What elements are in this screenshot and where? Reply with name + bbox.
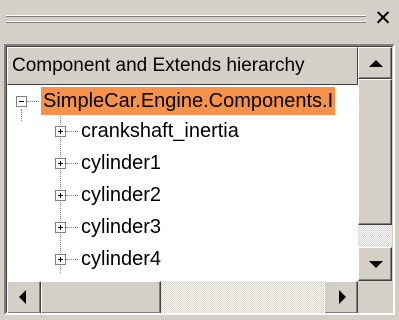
arrow-up-icon	[369, 60, 383, 67]
close-button[interactable]: ✕	[372, 6, 394, 30]
plus-box-icon[interactable]	[55, 158, 66, 169]
arrow-left-icon	[19, 290, 26, 304]
scroll-up-button[interactable]	[358, 47, 392, 79]
tree-node-label[interactable]: cylinder1	[79, 149, 163, 177]
tree-node-cylinder3[interactable]: cylinder3	[7, 213, 358, 245]
tree-node-label[interactable]: cylinder4	[79, 245, 163, 273]
column-header-label: Component and Extends hierarchy	[12, 55, 305, 76]
arrow-down-icon	[369, 261, 383, 268]
tree-connector	[66, 227, 78, 229]
tree-node-label[interactable]: cylinder2	[79, 181, 163, 209]
scroll-track[interactable]	[358, 225, 392, 247]
scroll-down-button[interactable]	[358, 247, 392, 281]
tree-node-label[interactable]: crankshaft_inertia	[79, 117, 241, 145]
tree-connector	[66, 195, 78, 197]
grip-line	[6, 15, 366, 17]
scrollbar-corner	[358, 281, 392, 313]
tree-node-cylinder4[interactable]: cylinder4	[7, 245, 358, 277]
component-hierarchy-panel: ✕ Component and Extends hierarchy Simple…	[0, 0, 399, 320]
tree-node-root[interactable]: SimpleCar.Engine.Components.I	[7, 87, 358, 119]
tree-connector	[27, 101, 39, 103]
plus-box-icon[interactable]	[55, 190, 66, 201]
scroll-thumb[interactable]	[358, 79, 392, 225]
tree-view: SimpleCar.Engine.Components.I crankshaft…	[7, 85, 358, 281]
scroll-right-button[interactable]	[324, 281, 358, 313]
close-icon: ✕	[374, 6, 392, 30]
tree-node-cylinder2[interactable]: cylinder2	[7, 181, 358, 213]
plus-box-icon[interactable]	[55, 126, 66, 137]
scroll-left-button[interactable]	[7, 281, 41, 313]
minus-box-icon[interactable]	[16, 96, 27, 107]
plus-box-icon[interactable]	[55, 222, 66, 233]
tree-frame-inner: Component and Extends hierarchy SimpleCa…	[6, 46, 393, 313]
tree-node-cylinder1[interactable]: cylinder1	[7, 149, 358, 181]
tree-connector	[66, 131, 78, 133]
horizontal-scrollbar[interactable]	[7, 281, 358, 313]
arrow-right-icon	[339, 290, 346, 304]
dock-grip-bar[interactable]	[6, 10, 366, 30]
plus-box-icon[interactable]	[55, 254, 66, 265]
vertical-scrollbar[interactable]	[358, 47, 392, 281]
tree-connector	[66, 259, 78, 261]
tree-node-label[interactable]: SimpleCar.Engine.Components.I	[41, 87, 336, 115]
tree-frame: Component and Extends hierarchy SimpleCa…	[4, 44, 395, 315]
scroll-h-thumb[interactable]	[41, 281, 161, 313]
tree-node-crankshaft-inertia[interactable]: crankshaft_inertia	[7, 117, 358, 149]
tree-connector	[66, 163, 78, 165]
column-header[interactable]: Component and Extends hierarchy	[7, 47, 358, 85]
grip-line	[6, 21, 366, 23]
tree-node-label[interactable]: cylinder3	[79, 213, 163, 241]
